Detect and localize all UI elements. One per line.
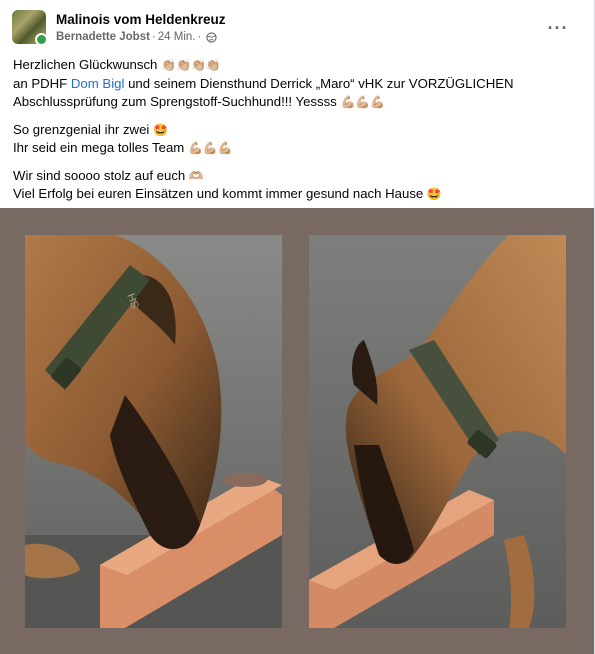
paragraph-1: Herzlichen Glückwunsch 👏🏼👏🏼👏🏼👏🏼 an PDHF … [13,56,583,112]
text-line: Wir sind soooo stolz auf euch 🫶🏼 [13,167,583,186]
star-struck-emoji: 🤩 [153,122,168,137]
text-line: So grenzgenial ihr zwei 🤩 [13,121,583,140]
clapping-hands-emoji: 👏🏼👏🏼👏🏼👏🏼 [161,58,221,72]
post-header: Malinois vom Heldenkreuz Bernadette Jobs… [12,10,582,50]
post-meta: Bernadette Jobst · 24 Min. · [56,31,217,43]
text-segment: Herzlichen Glückwunsch [13,57,162,72]
post-media-collage: HS [0,208,594,654]
facebook-post: Malinois vom Heldenkreuz Bernadette Jobs… [0,0,595,654]
heart-hands-emoji: 🫶🏼 [188,168,204,183]
mention-link[interactable]: Dom Bigl [71,76,125,91]
author-name-link[interactable]: Bernadette Jobst [56,31,150,43]
post-timestamp[interactable]: 24 Min. [158,31,196,43]
text-segment: Ihr seid ein mega tolles Team [13,140,188,155]
text-line: Viel Erfolg bei euren Einsätzen und komm… [13,185,583,204]
text-segment: und seinem Diensthund Derrick „Maro“ vHK… [124,75,514,91]
flexed-biceps-emoji: 💪🏼💪🏼💪🏼 [187,141,233,155]
group-avatar[interactable] [12,10,48,46]
paragraph-2: So grenzgenial ihr zwei 🤩 Ihr seid ein m… [13,121,583,158]
more-options-icon: ··· [547,18,569,38]
photo-dog-right[interactable] [309,235,566,628]
text-line: Abschlussprüfung zum Sprengstoff-Suchhun… [13,93,583,112]
group-name-link[interactable]: Malinois vom Heldenkreuz [56,12,226,27]
globe-icon[interactable] [206,31,217,43]
text-line: an PDHF Dom Bigl und seinem Diensthund D… [13,75,583,94]
text-line: Herzlichen Glückwunsch 👏🏼👏🏼👏🏼👏🏼 [13,56,583,75]
flexed-biceps-emoji: 💪🏼💪🏼💪🏼 [340,95,386,109]
text-segment: So grenzgenial ihr zwei [13,121,154,137]
online-status-dot [35,33,48,46]
text-segment: Abschlussprüfung zum Sprengstoff-Suchhun… [13,94,341,109]
meta-separator-2: · [197,31,202,43]
photo-dog-left[interactable]: HS [25,235,282,628]
meta-separator: · [151,31,156,43]
text-segment: Viel Erfolg bei euren Einsätzen und komm… [13,186,427,201]
paragraph-3: Wir sind soooo stolz auf euch 🫶🏼 Viel Er… [13,167,583,204]
post-body: Herzlichen Glückwunsch 👏🏼👏🏼👏🏼👏🏼 an PDHF … [13,56,583,213]
star-struck-emoji: 🤩 [426,187,442,201]
text-segment: an PDHF [13,75,71,91]
text-segment: Wir sind soooo stolz auf euch [13,167,189,183]
more-options-button[interactable]: ··· [544,14,572,42]
text-line: Ihr seid ein mega tolles Team 💪🏼💪🏼💪🏼 [13,139,583,158]
